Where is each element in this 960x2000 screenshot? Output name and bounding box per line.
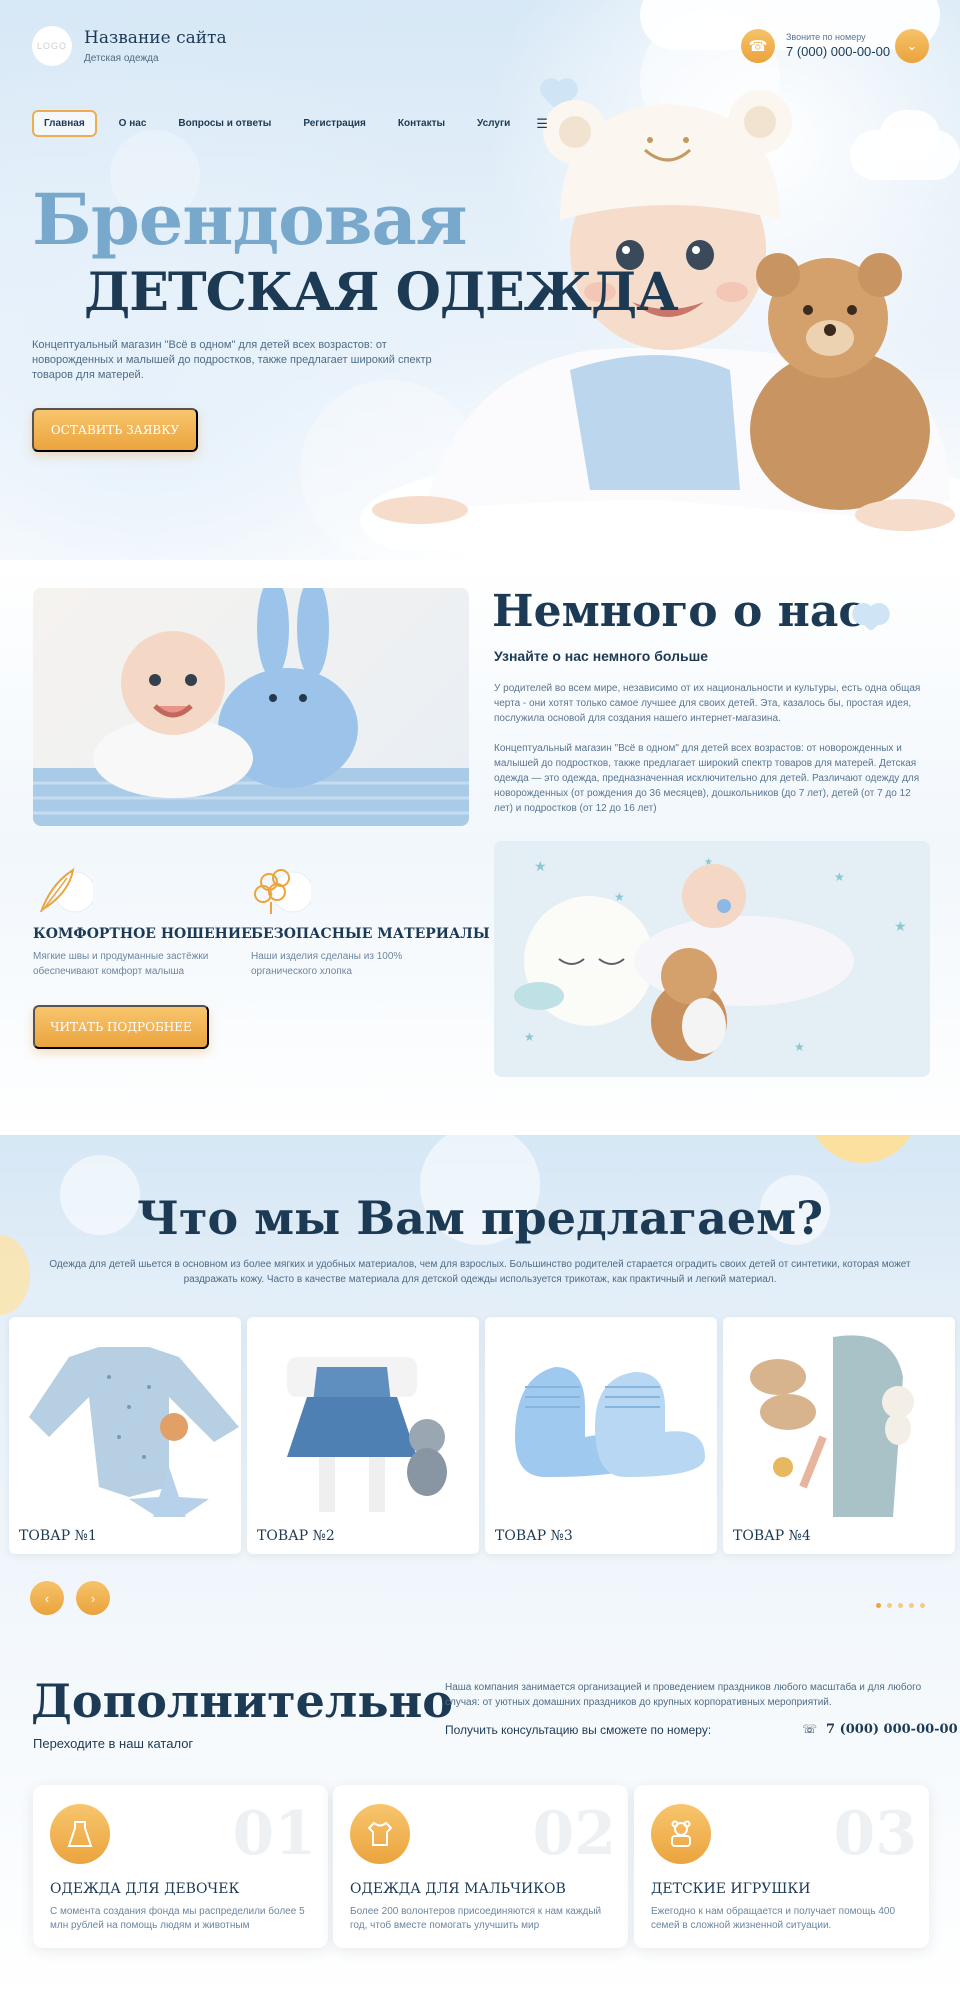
about-paragraph: У родителей во всем мире, независимо от … — [494, 683, 921, 724]
about-paragraph: Концептуальный магазин "Всё в одном" для… — [494, 743, 920, 814]
site-title[interactable]: Название сайта — [84, 28, 227, 48]
about-section: Немного о нас Узнайте о нас немного боль… — [0, 560, 960, 1135]
nav-item-services[interactable]: Услуги — [467, 112, 520, 135]
feature-title: КОМФОРТНОЕ НОШЕНИЕ — [33, 926, 252, 942]
svg-text:★: ★ — [834, 870, 845, 884]
baby-with-bunny-image — [33, 588, 469, 826]
category-title: ДЕТСКИЕ ИГРУШКИ — [651, 1881, 811, 1897]
feather-icon — [33, 864, 96, 918]
extra-description: Наша компания занимается организацией и … — [445, 1682, 922, 1708]
header-phone[interactable]: 7 (000) 000-00-00 — [786, 44, 890, 59]
submit-request-button[interactable]: ОСТАВИТЬ ЗАЯВКУ — [32, 408, 198, 452]
category-text: Более 200 волонтеров присоединяются к на… — [350, 1906, 602, 1931]
product-label: ТОВАР №1 — [19, 1528, 97, 1544]
svg-text:★: ★ — [524, 1030, 535, 1044]
logo[interactable]: LOGO — [32, 26, 72, 66]
feature-text: Наши изделия сделаны из 100% органическо… — [251, 951, 403, 977]
nav-item-faq[interactable]: Вопросы и ответы — [168, 112, 281, 135]
phone-icon[interactable]: ☎ — [741, 29, 775, 63]
svg-text:★: ★ — [534, 858, 547, 874]
product-label: ТОВАР №2 — [257, 1528, 335, 1544]
consult-label: Получить консультацию вы сможете по номе… — [445, 1723, 712, 1737]
moon-decoration — [808, 1135, 918, 1163]
about-title: Немного о нас — [492, 586, 866, 637]
category-title: ОДЕЖДА ДЛЯ МАЛЬЧИКОВ — [350, 1881, 566, 1897]
product-card[interactable]: ТОВАР №2 — [247, 1317, 479, 1554]
category-text: С момента создания фонда мы распределили… — [50, 1906, 305, 1931]
toy-icon — [651, 1804, 711, 1864]
offer-title: Что мы Вам предлагаем? — [136, 1191, 824, 1245]
feature-title: БЕЗОПАСНЫЕ МАТЕРИАЛЫ — [251, 926, 490, 942]
phone-icon: ☏ — [802, 1722, 818, 1736]
star-decoration — [0, 1235, 30, 1315]
product-label: ТОВАР №4 — [733, 1528, 811, 1544]
nav-item-registration[interactable]: Регистрация — [293, 112, 376, 135]
accessories-image — [750, 1335, 914, 1517]
chevron-right-icon[interactable]: › — [76, 1581, 110, 1615]
category-card[interactable]: 01 ОДЕЖДА ДЛЯ ДЕВОЧЕК С момента создания… — [33, 1785, 328, 1948]
call-label: Звоните по номеру — [786, 32, 866, 42]
offer-description: Одежда для детей шьется в основном из бо… — [49, 1259, 911, 1285]
category-number: 01 — [232, 1799, 317, 1869]
bodysuit-image — [29, 1347, 239, 1542]
extra-subtitle[interactable]: Переходите в наш каталог — [33, 1736, 193, 1751]
offer-section: Что мы Вам предлагаем? Одежда для детей … — [0, 1135, 960, 1650]
category-number: 02 — [532, 1799, 617, 1869]
pagination-dots — [876, 1603, 925, 1608]
pagination-dot[interactable] — [920, 1603, 925, 1608]
hero-title-line1: Брендовая — [32, 178, 468, 261]
category-title: ОДЕЖДА ДЛЯ ДЕВОЧЕК — [50, 1881, 240, 1897]
denim-dress-image — [287, 1357, 447, 1512]
svg-text:★: ★ — [894, 918, 907, 934]
category-text: Ежегодно к нам обращается и получает пом… — [651, 1906, 895, 1931]
pagination-dot[interactable] — [876, 1603, 881, 1608]
extra-title: Дополнительно — [31, 1674, 453, 1728]
category-number: 03 — [833, 1799, 918, 1869]
product-label: ТОВАР №3 — [495, 1528, 573, 1544]
menu-icon[interactable]: ☰ — [536, 116, 548, 132]
product-card[interactable]: ТОВАР №4 — [723, 1317, 955, 1554]
svg-text:★: ★ — [794, 1040, 805, 1054]
pagination-dot[interactable] — [887, 1603, 892, 1608]
nav-item-contacts[interactable]: Контакты — [388, 112, 455, 135]
nav-item-home[interactable]: Главная — [32, 110, 97, 137]
hero-title-line2: ДЕТСКАЯ ОДЕЖДА — [84, 262, 679, 323]
chevron-left-icon[interactable]: ‹ — [30, 1581, 64, 1615]
site-subtitle: Детская одежда — [84, 53, 159, 64]
dress-icon — [50, 1804, 110, 1864]
about-subtitle: Узнайте о нас немного больше — [494, 648, 709, 664]
category-card[interactable]: 03 ДЕТСКИЕ ИГРУШКИ Ежегодно к нам обраща… — [634, 1785, 929, 1948]
feature-text: Мягкие швы и продуманные застёжки обеспе… — [33, 951, 209, 977]
category-card[interactable]: 02 ОДЕЖДА ДЛЯ МАЛЬЧИКОВ Более 200 волонт… — [333, 1785, 628, 1948]
pagination-dot[interactable] — [898, 1603, 903, 1608]
extra-phone[interactable]: 7 (000) 000-00-00 — [826, 1722, 958, 1737]
extra-section: Дополнительно Переходите в наш каталог Н… — [0, 1650, 960, 2000]
pagination-dot[interactable] — [909, 1603, 914, 1608]
chevron-down-icon[interactable]: ⌄ — [895, 29, 929, 63]
sleeping-baby-image: ★★ ★★ ★★ ★★ — [494, 841, 930, 1077]
booties-image — [515, 1367, 705, 1477]
page: LOGO Название сайта Детская одежда ☎ Зво… — [0, 0, 960, 2000]
hero-section: LOGO Название сайта Детская одежда ☎ Зво… — [0, 0, 960, 560]
hero-description: Концептуальный магазин "Всё в одном" для… — [32, 339, 432, 381]
nav-item-about[interactable]: О нас — [109, 112, 157, 135]
main-nav: Главная О нас Вопросы и ответы Регистрац… — [32, 110, 548, 137]
cotton-icon — [251, 864, 314, 918]
shirt-icon — [350, 1804, 410, 1864]
read-more-button[interactable]: ЧИТАТЬ ПОДРОБНЕЕ — [33, 1005, 209, 1049]
product-card[interactable]: ТОВАР №1 — [9, 1317, 241, 1554]
product-card[interactable]: ТОВАР №3 — [485, 1317, 717, 1554]
